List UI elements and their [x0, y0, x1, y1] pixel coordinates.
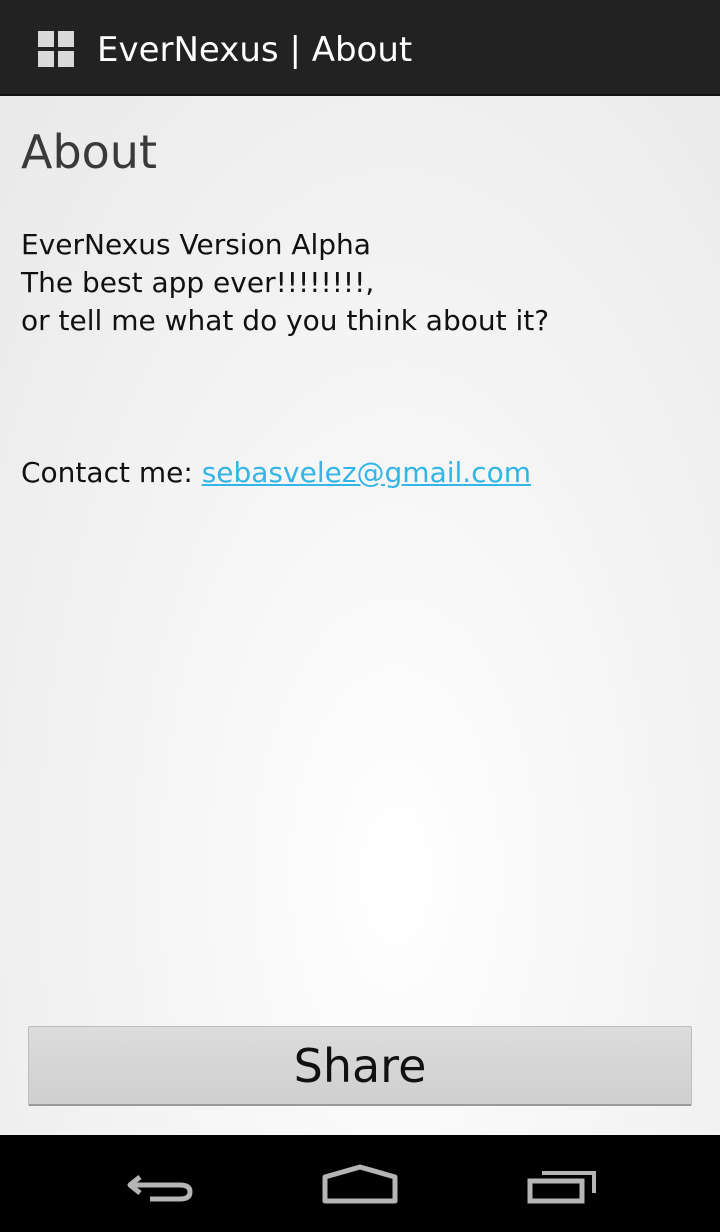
- about-content: About EverNexus Version Alpha The best a…: [0, 96, 720, 1135]
- share-button[interactable]: Share: [28, 1026, 692, 1106]
- action-bar: EverNexus | About: [0, 0, 720, 96]
- navigation-bar: [0, 1135, 720, 1232]
- contact-line: Contact me: sebasvelez@gmail.com: [21, 454, 531, 492]
- email-link[interactable]: sebasvelez@gmail.com: [202, 456, 531, 489]
- contact-label: Contact me:: [21, 456, 202, 489]
- home-icon[interactable]: [300, 1155, 420, 1215]
- app-title: EverNexus | About: [97, 30, 413, 70]
- recent-apps-icon[interactable]: [502, 1155, 622, 1215]
- version-text: EverNexus Version Alpha: [21, 228, 371, 261]
- back-icon[interactable]: [100, 1155, 220, 1215]
- feedback-text: or tell me what do you think about it?: [21, 304, 550, 337]
- tagline-text: The best app ever!!!!!!!!,: [21, 266, 375, 299]
- grid-icon[interactable]: [38, 31, 76, 69]
- page-title: About: [21, 125, 158, 179]
- app-info: EverNexus Version Alpha The best app eve…: [21, 226, 549, 340]
